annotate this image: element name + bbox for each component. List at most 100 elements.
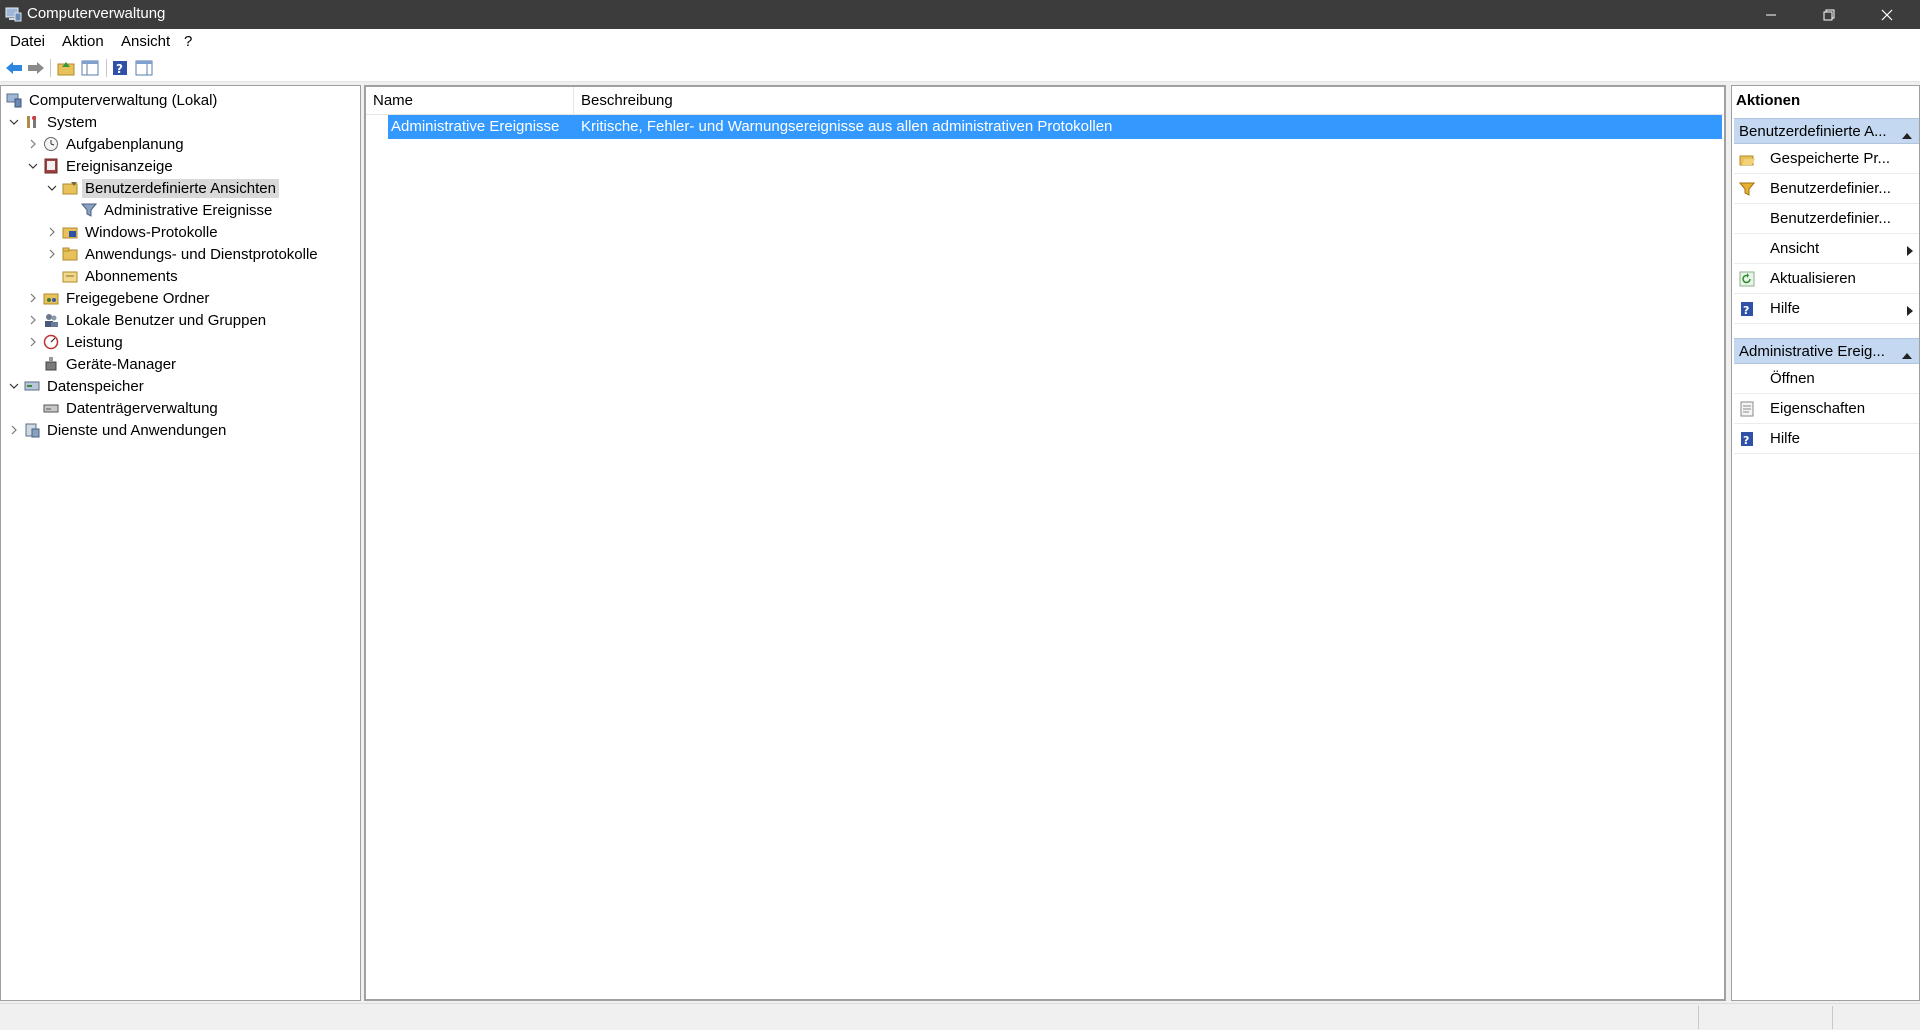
- shared-folder-icon: [42, 290, 59, 307]
- tree-item-lokale-benutzer-und-gruppen[interactable]: Lokale Benutzer und Gruppen: [26, 309, 269, 331]
- collapse-up-icon[interactable]: [1901, 127, 1913, 144]
- tree-item-label: Datenspeicher: [47, 377, 144, 395]
- help-icon: ?: [1739, 301, 1755, 317]
- tree-item-leistung[interactable]: Leistung: [26, 331, 126, 353]
- tree-item-administrative-ereignisse[interactable]: Administrative Ereignisse: [80, 199, 275, 221]
- action-label: Aktualisieren: [1770, 270, 1856, 287]
- toolbar: ?: [0, 55, 1920, 82]
- status-bar: [0, 1003, 1920, 1030]
- tree-item-aufgabenplanung[interactable]: Aufgabenplanung: [26, 133, 187, 155]
- up-folder-icon[interactable]: [56, 58, 76, 78]
- menu-aktion[interactable]: Aktion: [62, 33, 104, 50]
- menu-help[interactable]: ?: [184, 33, 192, 50]
- submenu-arrow-icon: [1907, 243, 1913, 260]
- tree-item-windows-protokolle[interactable]: Windows-Protokolle: [45, 221, 221, 243]
- chevron-down-icon[interactable]: [26, 159, 40, 173]
- clock-icon: [42, 136, 59, 153]
- tree-item-label: Freigegebene Ordner: [66, 289, 210, 307]
- chevron-right-icon[interactable]: [26, 313, 40, 327]
- result-list: Name Beschreibung Administrative Ereigni…: [364, 85, 1726, 1001]
- tree-item-benutzerdefinierte-ansichten[interactable]: Benutzerdefinierte Ansichten: [45, 177, 279, 199]
- disk-management-icon: [42, 400, 59, 417]
- action-gespeicherte-protokolldatei[interactable]: Gespeicherte Pr...: [1734, 144, 1919, 174]
- svg-text:?: ?: [1743, 434, 1749, 447]
- action-label: Gespeicherte Pr...: [1770, 150, 1891, 167]
- tree-item-abonnements[interactable]: Abonnements: [61, 265, 181, 287]
- chevron-right-icon[interactable]: [26, 137, 40, 151]
- tree-item-anwendungs-und-dienstprotokolle[interactable]: Anwendungs- und Dienstprotokolle: [45, 243, 321, 265]
- back-arrow-icon[interactable]: [4, 58, 24, 78]
- tree-item-label: Datenträgerverwaltung: [66, 399, 218, 417]
- chevron-right-icon[interactable]: [26, 335, 40, 349]
- event-viewer-icon: [42, 158, 59, 175]
- list-cell-name: Administrative Ereignisse: [391, 118, 560, 135]
- action-label: Benutzerdefinier...: [1770, 180, 1891, 197]
- tree-item-dienste-und-anwendungen[interactable]: Dienste und Anwendungen: [7, 419, 229, 441]
- tree-item-ereignisanzeige[interactable]: Ereignisanzeige: [26, 155, 176, 177]
- action-pane-icon[interactable]: [134, 58, 154, 78]
- action-oeffnen[interactable]: Öffnen: [1734, 364, 1919, 394]
- computer-management-icon: [4, 5, 22, 23]
- collapse-up-icon[interactable]: [1901, 347, 1913, 364]
- menu-ansicht[interactable]: Ansicht: [121, 33, 170, 50]
- action-eigenschaften[interactable]: Eigenschaften: [1734, 394, 1919, 424]
- actions-title: Aktionen: [1736, 92, 1801, 109]
- action-label: Benutzerdefinier...: [1770, 210, 1891, 227]
- action-benutzerdefinierte-ansicht-erstellen[interactable]: Benutzerdefinier...: [1734, 174, 1919, 204]
- menu-bar: Datei Aktion Ansicht ?: [0, 29, 1920, 55]
- action-label: Öffnen: [1770, 370, 1815, 387]
- restore-button[interactable]: [1800, 0, 1858, 29]
- action-ansicht[interactable]: Ansicht: [1734, 234, 1919, 264]
- list-header: Name Beschreibung: [366, 87, 1724, 115]
- chevron-down-icon[interactable]: [7, 379, 21, 393]
- list-row[interactable]: Administrative Ereignisse Kritische, Feh…: [388, 115, 1722, 139]
- column-header-name[interactable]: Name: [373, 92, 413, 109]
- tree-item-geraete-manager[interactable]: Geräte-Manager: [42, 353, 179, 375]
- chevron-down-icon[interactable]: [45, 181, 59, 195]
- column-header-beschreibung[interactable]: Beschreibung: [581, 92, 673, 109]
- tree-item-label: Lokale Benutzer und Gruppen: [66, 311, 267, 329]
- action-label: Ansicht: [1770, 240, 1820, 257]
- menu-datei[interactable]: Datei: [10, 33, 45, 50]
- action-label: Eigenschaften: [1770, 400, 1866, 417]
- tree-item-datentraegerverwaltung[interactable]: Datenträgerverwaltung: [42, 397, 221, 419]
- show-hide-tree-icon[interactable]: [80, 58, 100, 78]
- chevron-right-icon[interactable]: [45, 247, 59, 261]
- tree-item-computerverwaltung[interactable]: Computerverwaltung (Lokal): [5, 89, 220, 111]
- filter-icon: [1739, 181, 1755, 197]
- action-benutzerdefinierte-ansicht-importieren[interactable]: Benutzerdefinier...: [1734, 204, 1919, 234]
- refresh-icon: [1739, 271, 1755, 287]
- performance-icon: [42, 334, 59, 351]
- chevron-down-icon[interactable]: [7, 115, 21, 129]
- computer-management-icon: [5, 92, 22, 109]
- status-separator: [1832, 1006, 1833, 1029]
- column-divider[interactable]: [573, 87, 574, 115]
- tree-item-datenspeicher[interactable]: Datenspeicher: [7, 375, 147, 397]
- help-icon: ?: [1739, 431, 1755, 447]
- custom-views-folder-icon: [61, 180, 78, 197]
- help-icon[interactable]: ?: [110, 58, 130, 78]
- open-folder-icon: [1739, 151, 1755, 167]
- submenu-arrow-icon: [1907, 303, 1913, 320]
- actions-section-administrative-ereignisse[interactable]: Administrative Ereig...: [1734, 338, 1919, 364]
- tree-item-freigegebene-ordner[interactable]: Freigegebene Ordner: [26, 287, 212, 309]
- tree-item-label: System: [47, 113, 98, 131]
- status-separator: [1698, 1006, 1699, 1029]
- action-aktualisieren[interactable]: Aktualisieren: [1734, 264, 1919, 294]
- chevron-right-icon[interactable]: [7, 423, 21, 437]
- minimize-button[interactable]: [1742, 0, 1800, 29]
- chevron-right-icon[interactable]: [45, 225, 59, 239]
- tree-item-label: Abonnements: [85, 267, 178, 285]
- action-hilfe[interactable]: ? Hilfe: [1734, 424, 1919, 454]
- list-cell-description: Kritische, Fehler- und Warnungsereigniss…: [581, 118, 1113, 135]
- forward-arrow-icon[interactable]: [26, 58, 46, 78]
- action-hilfe[interactable]: ? Hilfe: [1734, 294, 1919, 324]
- close-button[interactable]: [1858, 0, 1916, 29]
- actions-section-label: Benutzerdefinierte A...: [1739, 123, 1887, 140]
- tree-item-system[interactable]: System: [7, 111, 100, 133]
- subscriptions-icon: [61, 268, 78, 285]
- actions-section-label: Administrative Ereig...: [1739, 343, 1885, 360]
- chevron-right-icon[interactable]: [26, 291, 40, 305]
- actions-section-benutzerdefinierte-ansichten[interactable]: Benutzerdefinierte A...: [1734, 118, 1919, 144]
- folder-icon: [61, 246, 78, 263]
